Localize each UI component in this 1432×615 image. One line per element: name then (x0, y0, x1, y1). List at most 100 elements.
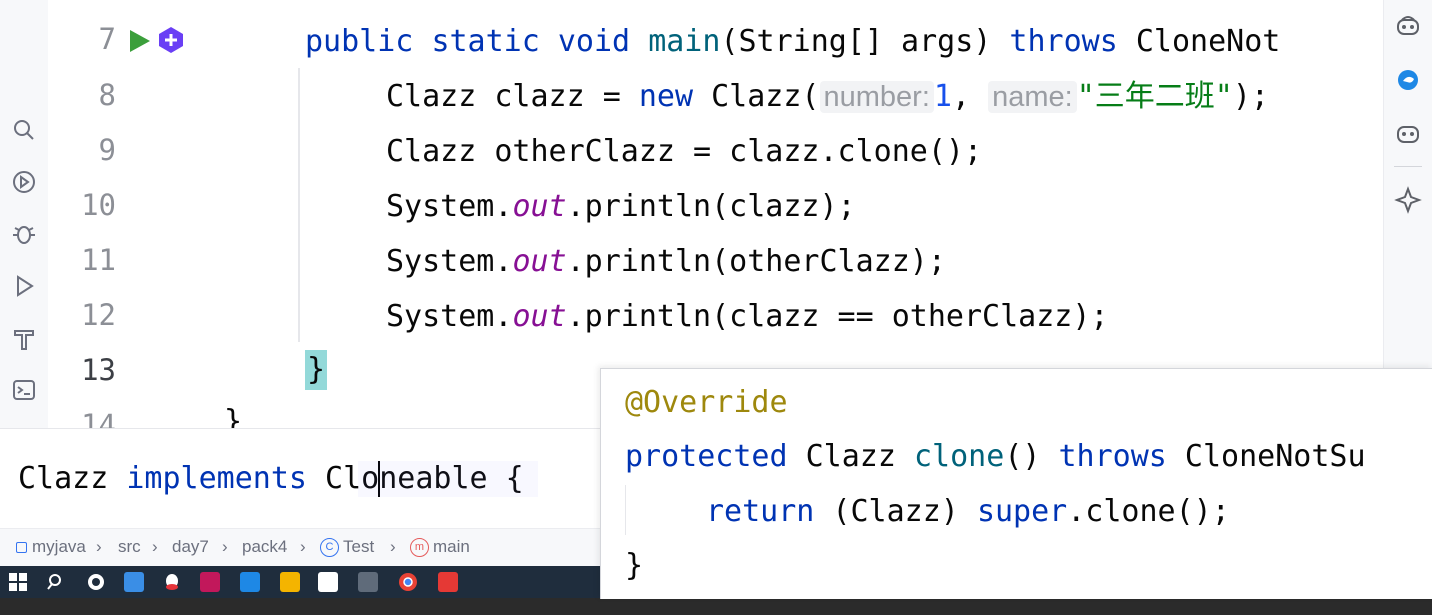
code-text: CloneNotSu (1166, 439, 1366, 474)
indent-guide (298, 68, 300, 342)
chevron-right-icon: › (390, 537, 396, 556)
keyword: static (431, 24, 540, 59)
assistant-icon[interactable] (1394, 120, 1422, 148)
file-explorer-icon[interactable] (280, 572, 300, 592)
keyword: public (305, 24, 414, 59)
code-line-7: public static void main(String[] args) t… (305, 22, 1280, 62)
code-text: (Clazz) (814, 494, 977, 529)
keyword: return (706, 494, 815, 529)
module-icon (16, 542, 27, 554)
keyword: void (557, 24, 631, 59)
breadcrumb: myjava › src › day7 › pack4 › C Test › mm… (0, 528, 600, 567)
bottom-strip (0, 598, 1432, 615)
keyword: throws (1058, 439, 1167, 474)
intellij-icon[interactable] (200, 572, 220, 592)
string-literal: "三年二班" (1076, 79, 1233, 114)
code-text: () (1004, 439, 1059, 474)
right-toolbar (1383, 0, 1432, 370)
chevron-right-icon: › (152, 537, 158, 556)
search-icon[interactable] (10, 116, 38, 144)
static-field: out (512, 244, 567, 279)
breadcrumb-item[interactable]: day7 (172, 537, 209, 557)
copilot-icon[interactable] (1394, 12, 1422, 40)
chrome-icon[interactable] (398, 572, 418, 592)
chevron-right-icon: › (300, 537, 306, 556)
windows-taskbar (0, 566, 600, 600)
line-number: 9 (98, 133, 116, 167)
number-literal: 1 (933, 79, 952, 114)
line-number: 12 (81, 298, 116, 332)
code-text: System. (386, 299, 513, 334)
windows-start-icon[interactable] (8, 572, 28, 592)
code-line-10: System.out.println(clazz); (386, 187, 856, 227)
chevron-right-icon: › (96, 537, 102, 556)
implementation-popup[interactable]: @Override protected Clazz clone() throws… (600, 368, 1432, 599)
code-editor[interactable]: public static void main(String[] args) t… (218, 0, 1384, 430)
photos-icon[interactable] (240, 572, 260, 592)
code-text: System. (386, 244, 513, 279)
line-number: 8 (98, 78, 116, 112)
code-text: .clone(); (1067, 494, 1230, 529)
keyword: protected (625, 439, 788, 474)
services-icon[interactable] (10, 168, 38, 196)
popup-code-line: protected Clazz clone() throws CloneNotS… (625, 437, 1366, 477)
terminal-icon[interactable] (10, 376, 38, 404)
method-name: clone (914, 439, 1005, 474)
breadcrumb-item[interactable]: m main (410, 537, 470, 558)
github-icon[interactable] (86, 572, 106, 592)
run-icon[interactable] (10, 272, 38, 300)
indent-guide (625, 485, 626, 535)
code-text: .println(clazz); (566, 189, 856, 224)
app-icon[interactable] (124, 572, 144, 592)
code-text: Clazz (787, 439, 914, 474)
code-line-11: System.out.println(otherClazz); (386, 242, 946, 282)
code-text: Clazz clazz = (386, 79, 639, 114)
toolbar-divider (1394, 166, 1422, 167)
popup-code-line: return (Clazz) super.clone(); (706, 492, 1230, 532)
typora-icon[interactable] (318, 572, 338, 592)
popup-code-line: } (625, 548, 644, 583)
popup-annotation: @Override (625, 385, 788, 420)
method-name: main (648, 24, 721, 59)
parameter-hint: name: (988, 81, 1077, 113)
ai-sparkle-icon[interactable] (1394, 186, 1422, 214)
parameter-hint: number: (819, 81, 934, 113)
code-text: System. (386, 189, 513, 224)
search-icon[interactable] (46, 572, 66, 592)
breadcrumb-item[interactable]: C Test (320, 537, 374, 558)
code-text: Clazz( (693, 79, 820, 114)
calculator-icon[interactable] (358, 572, 378, 592)
keyword: throws (1009, 24, 1118, 59)
matched-brace: } (305, 350, 328, 390)
code-line-8: Clazz clazz = new Clazz(number: 1, name: "… (386, 77, 1269, 117)
breadcrumb-item[interactable]: src (118, 537, 141, 557)
build-icon[interactable] (10, 324, 38, 352)
line-number: 10 (81, 188, 116, 222)
code-text: (String[] args) (720, 24, 1010, 59)
code-text: .println(clazz == otherClazz); (566, 299, 1109, 334)
keyword: new (638, 79, 694, 114)
editor-gutter: 7 8 9 10 11 12 13 14 (48, 0, 218, 442)
static-field: out (512, 189, 567, 224)
symbol-highlight (358, 461, 538, 497)
chevron-right-icon: › (222, 537, 228, 556)
implement-gutter-icon[interactable] (158, 26, 184, 59)
line-number: 7 (98, 22, 116, 56)
code-text: ); (1232, 79, 1269, 114)
keyword: super (976, 494, 1068, 529)
breadcrumb-item[interactable]: pack4 (242, 537, 287, 557)
wps-icon[interactable] (438, 572, 458, 592)
class-icon: C (320, 538, 339, 558)
code-text: .println(otherClazz); (566, 244, 946, 279)
code-text: CloneNot (1117, 24, 1281, 59)
code-line-9: Clazz otherClazz = clazz.clone(); (386, 134, 983, 169)
edge-icon[interactable] (1394, 66, 1422, 94)
line-number: 11 (81, 243, 116, 277)
qq-icon[interactable] (162, 572, 182, 592)
code-text: , (951, 79, 989, 114)
run-gutter-icon[interactable] (126, 28, 152, 59)
line-number-current: 13 (81, 353, 116, 387)
debug-icon[interactable] (10, 220, 38, 248)
method-icon: m (410, 538, 429, 558)
breadcrumb-item[interactable]: myjava (16, 537, 86, 557)
